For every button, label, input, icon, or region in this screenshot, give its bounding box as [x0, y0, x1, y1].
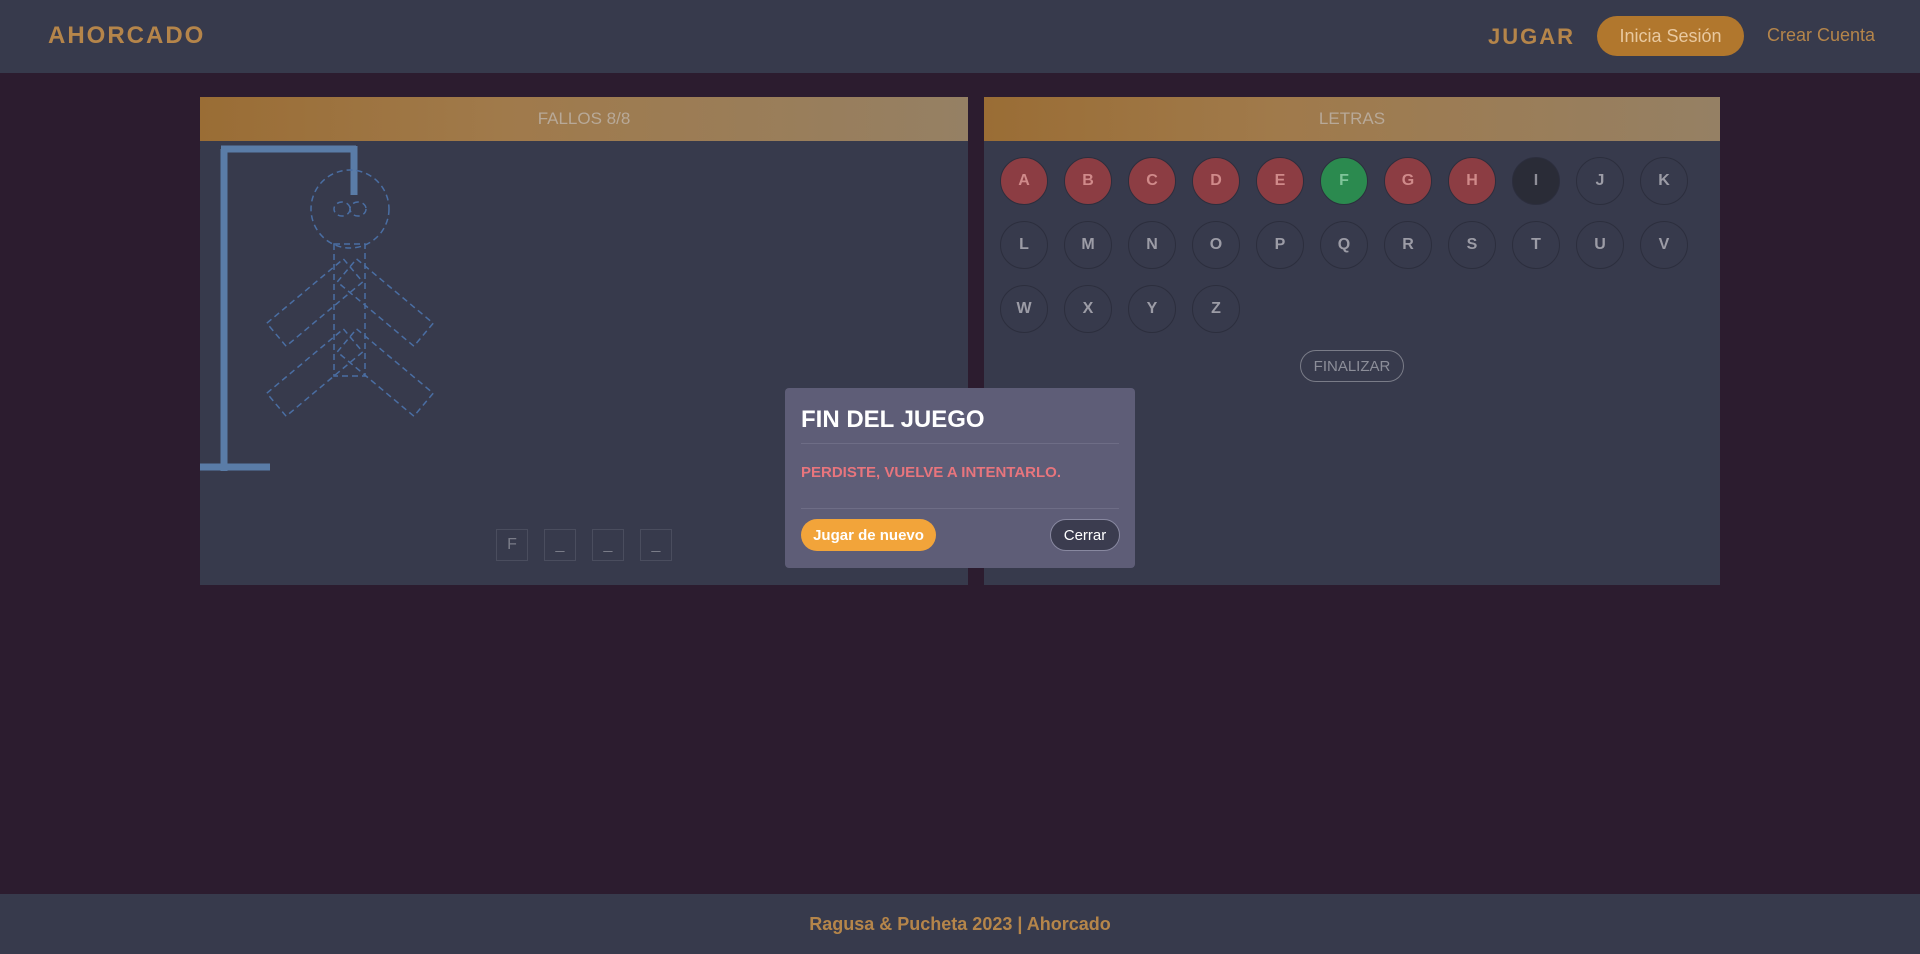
hangman-right-leg: [336, 327, 435, 418]
letter-button-g[interactable]: G: [1384, 157, 1432, 205]
letter-button-z[interactable]: Z: [1192, 285, 1240, 333]
letter-button-w[interactable]: W: [1000, 285, 1048, 333]
letter-button-l[interactable]: L: [1000, 221, 1048, 269]
modal-divider: [801, 443, 1119, 444]
login-button[interactable]: Inicia Sesión: [1597, 16, 1744, 56]
letter-button-a[interactable]: A: [1000, 157, 1048, 205]
register-link[interactable]: Crear Cuenta: [1767, 25, 1875, 46]
modal-message: PERDISTE, VUELVE A INTENTARLO.: [801, 464, 1062, 481]
word-letter-slot: _: [592, 529, 624, 561]
letter-button-f[interactable]: F: [1320, 157, 1368, 205]
letter-button-r[interactable]: R: [1384, 221, 1432, 269]
hangman-figure: [265, 169, 435, 418]
modal-title: FIN DEL JUEGO: [801, 406, 985, 433]
letter-button-x[interactable]: X: [1064, 285, 1112, 333]
hangman-eye-right: [349, 201, 367, 217]
game-over-modal: FIN DEL JUEGO PERDISTE, VUELVE A INTENTA…: [785, 388, 1135, 568]
letter-button-o[interactable]: O: [1192, 221, 1240, 269]
modal-divider: [801, 508, 1119, 509]
word-letter-slot: _: [640, 529, 672, 561]
letter-button-j[interactable]: J: [1576, 157, 1624, 205]
letter-button-s[interactable]: S: [1448, 221, 1496, 269]
letter-button-e[interactable]: E: [1256, 157, 1304, 205]
letter-button-h[interactable]: H: [1448, 157, 1496, 205]
letter-button-q[interactable]: Q: [1320, 221, 1368, 269]
letter-button-m[interactable]: M: [1064, 221, 1112, 269]
letters-header: LETRAS: [984, 97, 1720, 141]
word-letter-slot: F: [496, 529, 528, 561]
letter-button-d[interactable]: D: [1192, 157, 1240, 205]
failures-header: FALLOS 8/8: [200, 97, 968, 141]
brand-logo[interactable]: AHORCADO: [48, 22, 205, 50]
nav-play-link[interactable]: JUGAR: [1488, 24, 1575, 50]
hangman-right-arm: [336, 257, 435, 348]
hangman-left-leg: [265, 327, 364, 418]
word-display: F _ _ _: [496, 529, 672, 561]
letter-button-u[interactable]: U: [1576, 221, 1624, 269]
footer-text: Ragusa & Pucheta 2023 | Ahorcado: [809, 913, 1111, 934]
navbar: AHORCADO JUGAR Inicia Sesión Crear Cuent…: [0, 0, 1920, 73]
letter-button-i[interactable]: I: [1512, 157, 1560, 205]
letter-button-k[interactable]: K: [1640, 157, 1688, 205]
letter-button-v[interactable]: V: [1640, 221, 1688, 269]
footer: Ragusa & Pucheta 2023 | Ahorcado: [0, 894, 1920, 954]
letter-button-p[interactable]: P: [1256, 221, 1304, 269]
play-again-button[interactable]: Jugar de nuevo: [801, 519, 936, 551]
letter-button-c[interactable]: C: [1128, 157, 1176, 205]
close-modal-button[interactable]: Cerrar: [1050, 519, 1120, 551]
finish-button[interactable]: FINALIZAR: [1300, 350, 1404, 382]
letter-button-t[interactable]: T: [1512, 221, 1560, 269]
hangman-eye-left: [333, 201, 351, 217]
gallows-structure: [200, 145, 358, 471]
word-letter-slot: _: [544, 529, 576, 561]
hangman-left-arm: [265, 257, 364, 348]
letter-button-n[interactable]: N: [1128, 221, 1176, 269]
letter-button-b[interactable]: B: [1064, 157, 1112, 205]
letter-button-y[interactable]: Y: [1128, 285, 1176, 333]
